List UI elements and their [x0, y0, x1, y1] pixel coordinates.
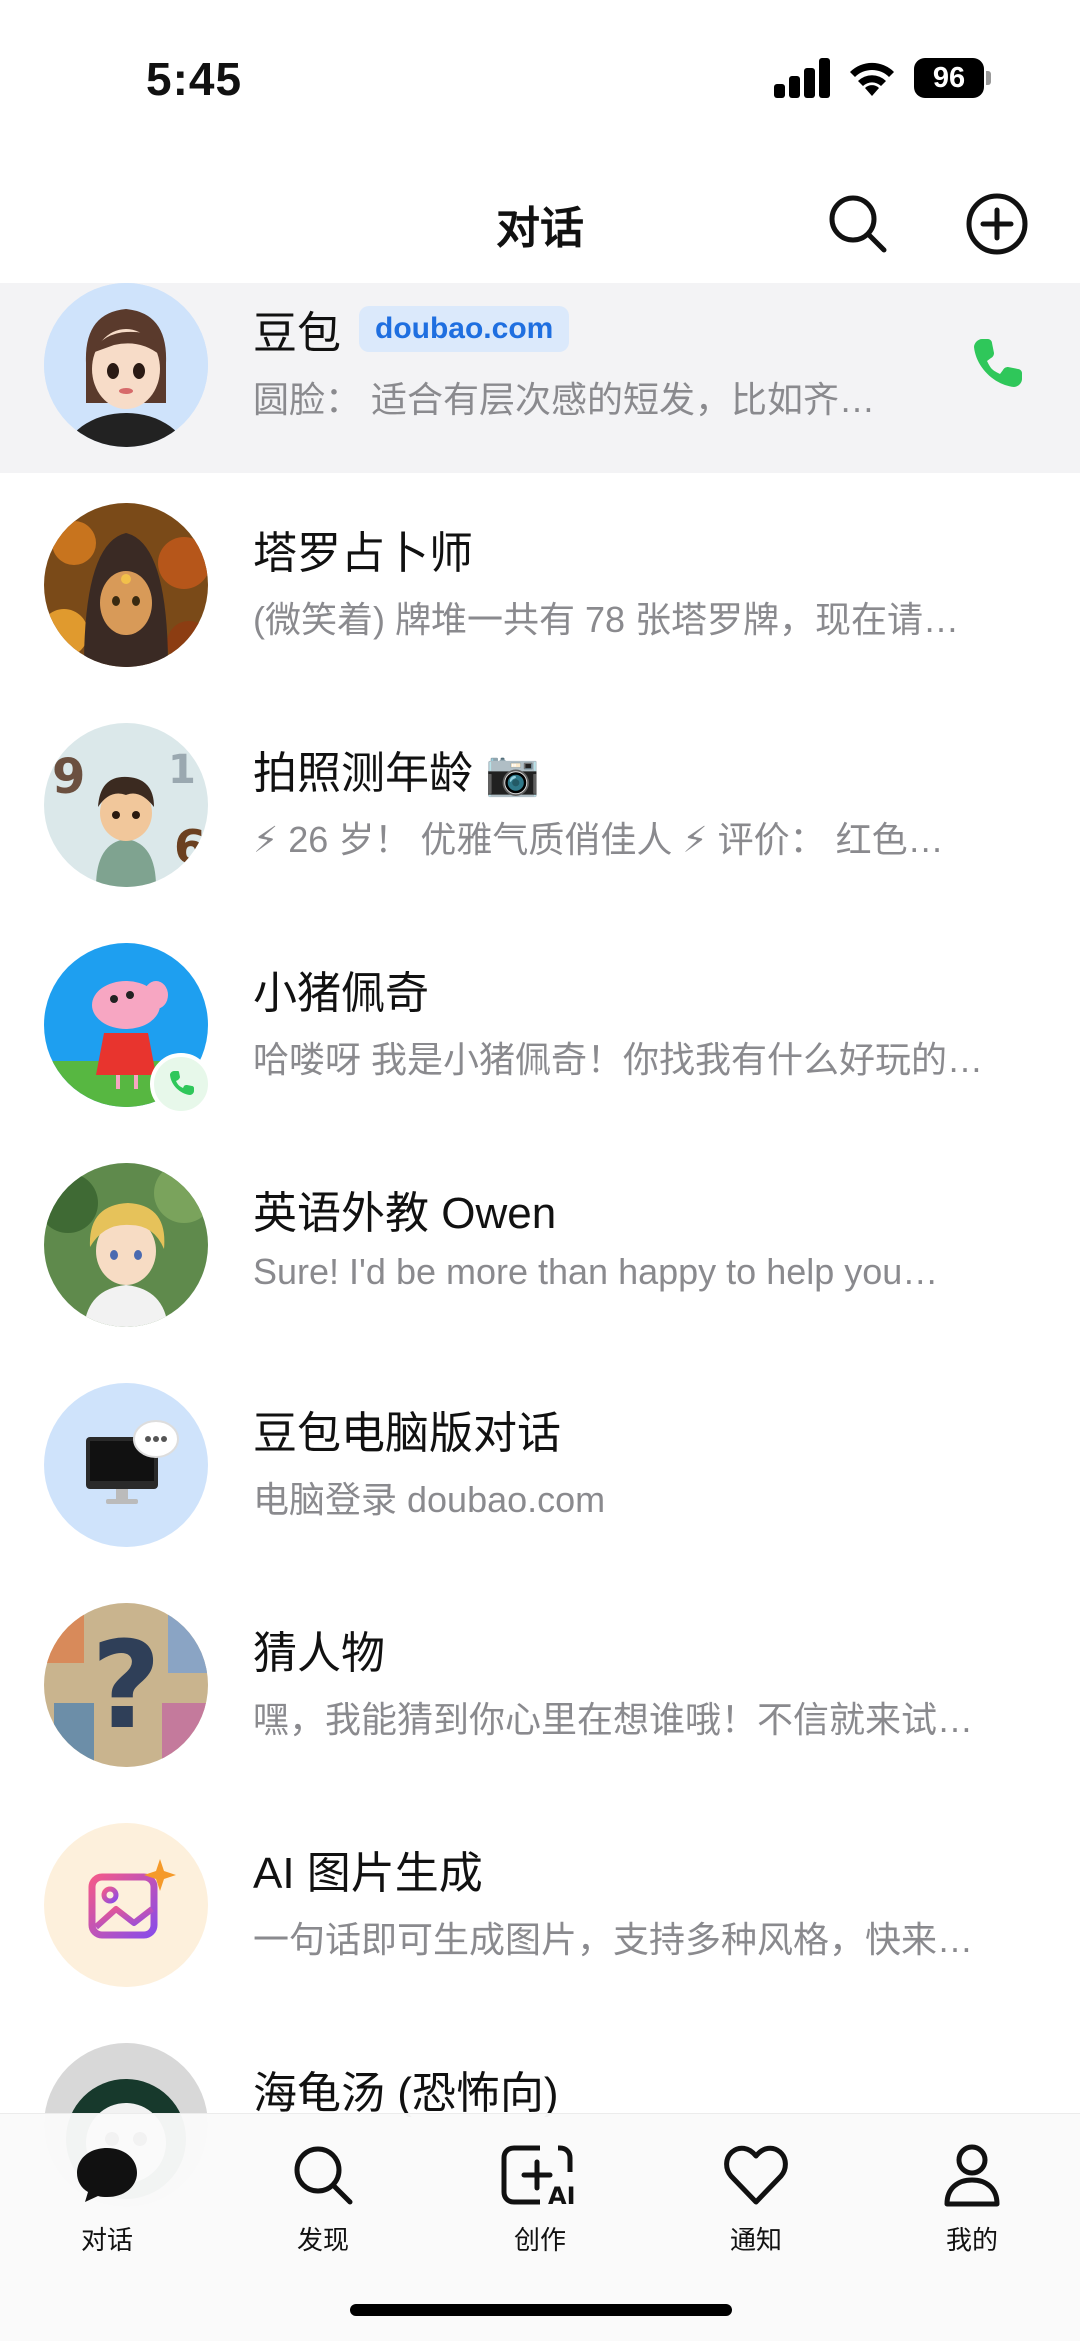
computer-chat-icon [44, 1383, 208, 1547]
tab-notifications[interactable]: 通知 [681, 2136, 831, 2266]
battery-icon: 96 [914, 58, 984, 98]
status-time: 5:45 [146, 53, 243, 105]
home-indicator [350, 2304, 732, 2316]
chat-item-tarot[interactable]: 塔罗占卜师 (微笑着) 牌堆一共有 78 张塔罗牌，现在请… [0, 473, 1080, 693]
chat-item-age-photo[interactable]: 9 1 6 拍照测年龄 📷 ⚡ 26 岁！ 优雅气质俏佳人 ⚡ 评价： 红色… [0, 693, 1080, 913]
tab-chat[interactable]: 对话 [32, 2136, 182, 2266]
chat-name-row: 豆包电脑版对话 [253, 1399, 561, 1459]
chat-item-owen[interactable]: 英语外教 Owen Sure! I'd be more than happy t… [0, 1133, 1080, 1353]
chat-name-row: 小猪佩奇 [253, 959, 429, 1019]
new-chat-button[interactable] [961, 188, 1033, 260]
chat-item-peppa[interactable]: 小猪佩奇 哈喽呀 我是小猪佩奇！你找我有什么好玩的… [0, 913, 1080, 1133]
chat-preview: Sure! I'd be more than happy to help you… [253, 1251, 939, 1292]
svg-text:1: 1 [168, 747, 196, 793]
battery-tip [986, 71, 991, 85]
chat-name-row: 海龟汤 (恐怖向) [253, 2059, 559, 2119]
search-icon [294, 2146, 353, 2205]
avatar: ? [44, 1603, 208, 1767]
avatar-image [44, 1163, 208, 1327]
chat-name: 英语外教 Owen [253, 1189, 557, 1238]
voice-call-badge-icon [150, 1053, 212, 1115]
chat-name-row: 猜人物 [253, 1619, 385, 1679]
phone-icon[interactable] [968, 333, 1028, 393]
avatar [44, 1383, 208, 1547]
chat-name-row: AI 图片生成 [253, 1839, 483, 1899]
chat-item-guess-person[interactable]: ? 猜人物 嘿，我能猜到你心里在想谁哦！不信就来试… [0, 1573, 1080, 1793]
status-bar: 5:45 96 [0, 0, 1080, 160]
search-icon [829, 195, 887, 253]
tab-discover[interactable]: 发现 [248, 2136, 398, 2266]
chat-preview: 嘿，我能猜到你心里在想谁哦！不信就来试… [253, 1699, 974, 1740]
create-ai-icon: AI [501, 2145, 576, 2208]
chat-name-row: 拍照测年龄 📷 [253, 739, 540, 799]
chat-name: 豆包电脑版对话 [253, 1409, 561, 1458]
chat-bubble-icon [77, 2148, 137, 2202]
chat-item-doubao[interactable]: 豆包 doubao.com 圆脸： 适合有层次感的短发，比如齐… [0, 283, 1080, 473]
avatar [44, 503, 208, 667]
chat-name: 拍照测年龄 📷 [253, 749, 541, 798]
tab-label: 创作 [513, 2225, 566, 2255]
chat-name: 豆包 [253, 309, 341, 358]
search-button[interactable] [822, 188, 894, 260]
avatar-image [44, 503, 208, 667]
chat-name: 海龟汤 (恐怖向) [253, 2069, 559, 2118]
plus-circle-icon [966, 193, 1028, 255]
chat-preview: 哈喽呀 我是小猪佩奇！你找我有什么好玩的… [253, 1039, 984, 1080]
wifi-icon [850, 62, 894, 96]
chat-name-row: 塔罗占卜师 [253, 519, 473, 579]
chat-preview: ⚡ 26 岁！ 优雅气质俏佳人 ⚡ 评价： 红色… [253, 819, 944, 860]
chat-name: 猜人物 [253, 1629, 385, 1678]
chat-name: 塔罗占卜师 [253, 529, 473, 578]
avatar [44, 283, 208, 447]
signal-icon [774, 58, 832, 98]
ai-image-icon [44, 1823, 208, 1987]
website-badge[interactable]: doubao.com [359, 306, 570, 352]
question-mark-icon: ? [44, 1603, 208, 1767]
chat-item-ai-image[interactable]: AI 图片生成 一句话即可生成图片，支持多种风格，快来… [0, 1793, 1080, 2013]
svg-text:?: ? [91, 1617, 161, 1756]
avatar: 9 1 6 [44, 723, 208, 887]
chat-list: 豆包 doubao.com 圆脸： 适合有层次感的短发，比如齐… 塔罗占卜师 (… [0, 283, 1080, 2233]
chat-preview: 圆脸： 适合有层次感的短发，比如齐… [253, 379, 876, 420]
heart-icon [724, 2145, 788, 2205]
svg-text:9: 9 [52, 749, 85, 805]
avatar-image: 9 1 6 [44, 723, 208, 887]
chat-preview: 电脑登录 doubao.com [253, 1479, 606, 1520]
chat-name-row: 英语外教 Owen [253, 1179, 556, 1239]
chat-name-row: 豆包 doubao.com [253, 299, 570, 359]
tab-label: 发现 [296, 2225, 349, 2255]
svg-text:6: 6 [174, 820, 206, 874]
avatar [44, 1823, 208, 1987]
tab-create[interactable]: AI 创作 [465, 2136, 615, 2266]
profile-icon [944, 2144, 1000, 2207]
tab-label: 我的 [945, 2225, 998, 2255]
svg-text:AI: AI [548, 2182, 576, 2208]
header: 对话 [0, 170, 1080, 280]
chat-preview: 一句话即可生成图片，支持多种风格，快来… [253, 1919, 974, 1960]
avatar [44, 1163, 208, 1327]
page-title: 对话 [496, 204, 584, 253]
tab-label: 对话 [80, 2225, 133, 2255]
chat-item-desktop[interactable]: 豆包电脑版对话 电脑登录 doubao.com [0, 1353, 1080, 1573]
chat-name: 小猪佩奇 [253, 969, 429, 1018]
chat-name: AI 图片生成 [253, 1849, 483, 1898]
tab-profile[interactable]: 我的 [897, 2136, 1047, 2266]
tab-label: 通知 [729, 2225, 782, 2255]
avatar-image [44, 283, 208, 447]
chat-preview: (微笑着) 牌堆一共有 78 张塔罗牌，现在请… [253, 599, 960, 640]
